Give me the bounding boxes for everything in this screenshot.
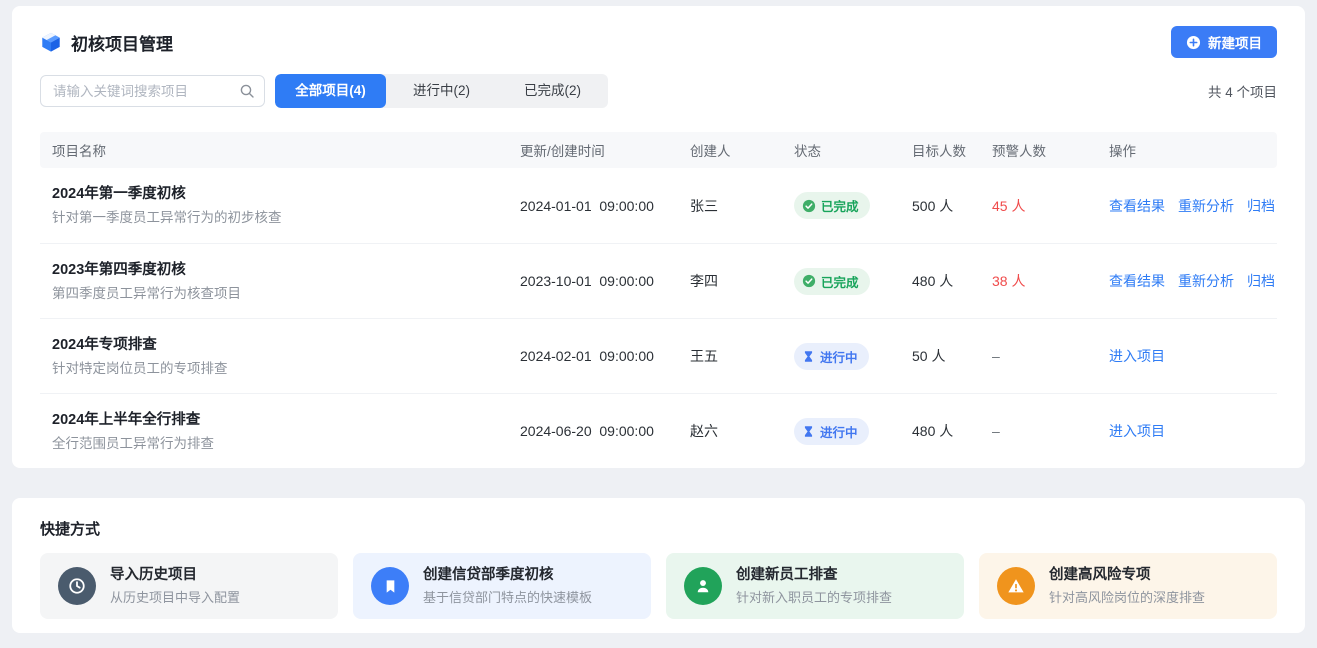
table-body: 2024年第一季度初核 针对第一季度员工异常行为的初步核查 2024-01-01… — [40, 168, 1277, 468]
project-creator: 李四 — [690, 271, 794, 291]
column-header: 操作 — [1109, 140, 1277, 160]
status-badge: 进行中 — [794, 343, 869, 370]
project-desc: 针对第一季度员工异常行为的初步核查 — [52, 209, 504, 227]
shortcut-title: 创建高风险专项 — [1049, 566, 1205, 585]
target-count: 480 人 — [912, 271, 992, 291]
project-desc: 针对特定岗位员工的专项排查 — [52, 360, 504, 378]
table-header: 项目名称更新/创建时间创建人状态目标人数预警人数操作 — [40, 132, 1277, 168]
shortcut-desc: 基于信贷部门特点的快速模板 — [423, 589, 592, 606]
project-desc: 全行范围员工异常行为排查 — [52, 435, 504, 453]
hourglass-icon — [802, 425, 815, 438]
project-name: 2024年专项排查 — [52, 335, 504, 355]
shortcut-desc: 针对新入职员工的专项排查 — [736, 589, 892, 606]
check-circle-icon — [802, 199, 816, 213]
warning-count: 45 人 — [992, 196, 1109, 216]
new-project-button[interactable]: 新建项目 — [1171, 26, 1277, 58]
box-icon — [40, 31, 62, 53]
table-row: 2023年第四季度初核 第四季度员工异常行为核查项目 2023-10-01 09… — [40, 243, 1277, 318]
action-link[interactable]: 进入项目 — [1109, 348, 1165, 364]
project-desc: 第四季度员工异常行为核查项目 — [52, 285, 504, 303]
hourglass-icon — [802, 350, 815, 363]
shortcut-card[interactable]: 创建信贷部季度初核 基于信贷部门特点的快速模板 — [353, 553, 651, 619]
warning-count: 38 人 — [992, 271, 1109, 291]
action-link[interactable]: 进入项目 — [1109, 423, 1165, 439]
action-link[interactable]: 重新分析 — [1178, 273, 1234, 289]
project-time: 2024-01-01 09:00:00 — [520, 198, 690, 214]
status-badge: 进行中 — [794, 418, 869, 445]
project-creator: 张三 — [690, 196, 794, 216]
row-actions: 查看结果重新分析归档 — [1109, 271, 1277, 291]
column-header: 状态 — [794, 140, 912, 160]
table-row: 2024年第一季度初核 针对第一季度员工异常行为的初步核查 2024-01-01… — [40, 168, 1277, 243]
shortcut-desc: 从历史项目中导入配置 — [110, 589, 240, 606]
shortcuts-row: 导入历史项目 从历史项目中导入配置 创建信贷部季度初核 基于信贷部门特点的快速模… — [40, 553, 1277, 619]
tab-in-progress[interactable]: 进行中(2) — [386, 74, 497, 108]
target-count: 500 人 — [912, 196, 992, 216]
bookmark-icon — [371, 567, 409, 605]
action-link[interactable]: 查看结果 — [1109, 198, 1165, 214]
action-link[interactable]: 归档 — [1247, 273, 1275, 289]
target-count: 480 人 — [912, 421, 992, 441]
project-name: 2024年第一季度初核 — [52, 184, 504, 204]
status-label: 进行中 — [820, 347, 858, 366]
new-project-label: 新建项目 — [1208, 32, 1262, 52]
table-row: 2024年上半年全行排查 全行范围员工异常行为排查 2024-06-20 09:… — [40, 393, 1277, 468]
row-actions: 进入项目 — [1109, 346, 1277, 366]
status-badge: 已完成 — [794, 192, 870, 219]
page-title: 初核项目管理 — [71, 30, 173, 55]
filter-tabs: 全部项目(4)进行中(2)已完成(2) — [275, 74, 608, 108]
project-count: 共 4 个项目 — [1208, 81, 1277, 101]
check-circle-icon — [802, 274, 816, 288]
warning-count: – — [992, 348, 1109, 364]
shortcut-title: 导入历史项目 — [110, 566, 240, 585]
plus-icon — [1186, 35, 1201, 50]
project-time: 2024-02-01 09:00:00 — [520, 348, 690, 364]
action-link[interactable]: 重新分析 — [1178, 198, 1234, 214]
status-label: 进行中 — [820, 422, 858, 441]
toolbar: 全部项目(4)进行中(2)已完成(2) 共 4 个项目 — [40, 74, 1277, 108]
shortcut-desc: 针对高风险岗位的深度排查 — [1049, 589, 1205, 606]
shortcuts-title: 快捷方式 — [40, 518, 1277, 539]
search-input[interactable] — [40, 75, 265, 107]
person-icon — [684, 567, 722, 605]
app-header: 初核项目管理 新建项目 — [40, 22, 1277, 62]
main-panel: 初核项目管理 新建项目 全部项目(4)进行中(2)已完成(2) 共 — [12, 6, 1305, 468]
action-link[interactable]: 归档 — [1247, 198, 1275, 214]
row-actions: 进入项目 — [1109, 421, 1277, 441]
shortcut-card[interactable]: 创建高风险专项 针对高风险岗位的深度排查 — [979, 553, 1277, 619]
project-name: 2024年上半年全行排查 — [52, 410, 504, 430]
row-actions: 查看结果重新分析归档 — [1109, 196, 1277, 216]
target-count: 50 人 — [912, 346, 992, 366]
search-icon[interactable] — [239, 83, 255, 99]
shortcut-title: 创建新员工排查 — [736, 566, 892, 585]
status-label: 已完成 — [821, 196, 859, 215]
clock-icon — [58, 567, 96, 605]
column-header: 更新/创建时间 — [520, 140, 690, 160]
shortcut-card[interactable]: 导入历史项目 从历史项目中导入配置 — [40, 553, 338, 619]
project-time: 2024-06-20 09:00:00 — [520, 423, 690, 439]
project-creator: 赵六 — [690, 421, 794, 441]
project-creator: 王五 — [690, 346, 794, 366]
shortcut-title: 创建信贷部季度初核 — [423, 566, 592, 585]
warning-icon — [997, 567, 1035, 605]
tab-all-projects[interactable]: 全部项目(4) — [275, 74, 386, 108]
table-row: 2024年专项排查 针对特定岗位员工的专项排查 2024-02-01 09:00… — [40, 318, 1277, 393]
column-header: 项目名称 — [40, 140, 520, 160]
column-header: 预警人数 — [992, 140, 1109, 160]
shortcut-card[interactable]: 创建新员工排查 针对新入职员工的专项排查 — [666, 553, 964, 619]
warning-count: – — [992, 423, 1109, 439]
column-header: 目标人数 — [912, 140, 992, 160]
column-header: 创建人 — [690, 140, 794, 160]
tab-completed[interactable]: 已完成(2) — [497, 74, 608, 108]
action-link[interactable]: 查看结果 — [1109, 273, 1165, 289]
shortcuts-panel: 快捷方式 导入历史项目 从历史项目中导入配置 创建信贷部季度初核 基于信贷部门特… — [12, 498, 1305, 633]
project-time: 2023-10-01 09:00:00 — [520, 273, 690, 289]
status-badge: 已完成 — [794, 268, 870, 295]
project-name: 2023年第四季度初核 — [52, 260, 504, 280]
status-label: 已完成 — [821, 272, 859, 291]
